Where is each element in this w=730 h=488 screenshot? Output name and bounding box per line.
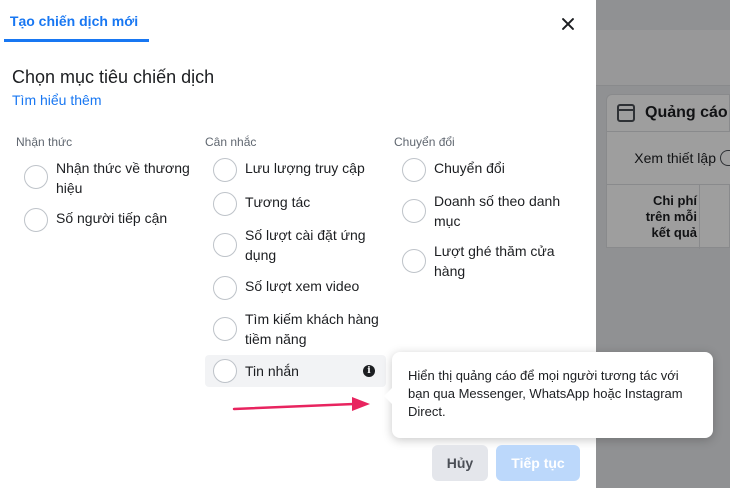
objective-store-traffic[interactable]: Lượt ghé thăm cửa hàng bbox=[402, 241, 572, 281]
active-tab-indicator bbox=[4, 39, 149, 42]
radio-button[interactable] bbox=[402, 199, 426, 223]
radio-button[interactable] bbox=[213, 359, 237, 383]
objective-brand-awareness[interactable]: Nhận thức về thương hiệu bbox=[24, 158, 194, 198]
radio-button[interactable] bbox=[213, 317, 237, 341]
objective-label: Lưu lượng truy cập bbox=[245, 160, 365, 176]
messages-tooltip: Hiển thị quảng cáo để mọi người tương tá… bbox=[384, 352, 713, 438]
info-icon[interactable]: i bbox=[363, 365, 375, 377]
annotation-arrow-icon bbox=[232, 397, 370, 411]
objective-conversions[interactable]: Chuyển đổi bbox=[402, 158, 572, 182]
radio-button[interactable] bbox=[213, 233, 237, 257]
objective-catalog-sales[interactable]: Doanh số theo danh mục bbox=[402, 191, 572, 231]
create-campaign-dialog: Tạo chiến dịch mới Chọn mục tiêu chiến d… bbox=[0, 0, 713, 488]
objective-label: Số lượt cài đặt ứng dụng bbox=[245, 227, 366, 263]
radio-button[interactable] bbox=[402, 249, 426, 273]
objective-app-installs[interactable]: Số lượt cài đặt ứng dụng bbox=[213, 225, 383, 265]
radio-button[interactable] bbox=[213, 276, 237, 300]
objective-messages[interactable]: Tin nhắn i bbox=[205, 355, 386, 387]
cancel-button[interactable]: Hủy bbox=[432, 445, 488, 481]
objective-label: Số lượt xem video bbox=[245, 278, 360, 294]
objective-label: Tìm kiếm khách hàng tiềm năng bbox=[245, 311, 379, 347]
tab-create-campaign[interactable]: Tạo chiến dịch mới bbox=[0, 0, 148, 41]
objective-label: Doanh số theo danh mục bbox=[434, 193, 561, 229]
column-title-awareness: Nhận thức bbox=[16, 135, 73, 149]
objective-label: Lượt ghé thăm cửa hàng bbox=[434, 243, 555, 279]
objective-traffic[interactable]: Lưu lượng truy cập bbox=[213, 158, 383, 182]
radio-button[interactable] bbox=[24, 165, 48, 189]
objective-label: Tin nhắn bbox=[245, 363, 299, 379]
radio-button[interactable] bbox=[213, 158, 237, 182]
objective-video-views[interactable]: Số lượt xem video bbox=[213, 276, 383, 300]
objective-lead-generation[interactable]: Tìm kiếm khách hàng tiềm năng bbox=[213, 309, 383, 349]
column-title-consideration: Cân nhắc bbox=[205, 135, 257, 149]
continue-button[interactable]: Tiếp tục bbox=[496, 445, 580, 481]
radio-button[interactable] bbox=[402, 158, 426, 182]
learn-more-link[interactable]: Tìm hiểu thêm bbox=[12, 92, 101, 108]
tooltip-text: Hiển thị quảng cáo để mọi người tương tá… bbox=[408, 368, 683, 419]
page-title: Chọn mục tiêu chiến dịch bbox=[12, 67, 215, 87]
objective-label: Chuyển đổi bbox=[434, 160, 505, 176]
close-icon[interactable] bbox=[556, 12, 580, 36]
radio-button[interactable] bbox=[24, 208, 48, 232]
objective-label: Số người tiếp cận bbox=[56, 210, 168, 226]
objective-engagement[interactable]: Tương tác bbox=[213, 192, 383, 216]
objective-label: Tương tác bbox=[245, 194, 311, 210]
objective-label: Nhận thức về thương hiệu bbox=[56, 160, 190, 196]
column-title-conversion: Chuyển đổi bbox=[394, 135, 455, 149]
radio-button[interactable] bbox=[213, 192, 237, 216]
tab-create-campaign-label: Tạo chiến dịch mới bbox=[9, 12, 139, 29]
tooltip-pointer bbox=[384, 388, 392, 404]
objective-reach[interactable]: Số người tiếp cận bbox=[24, 208, 194, 232]
